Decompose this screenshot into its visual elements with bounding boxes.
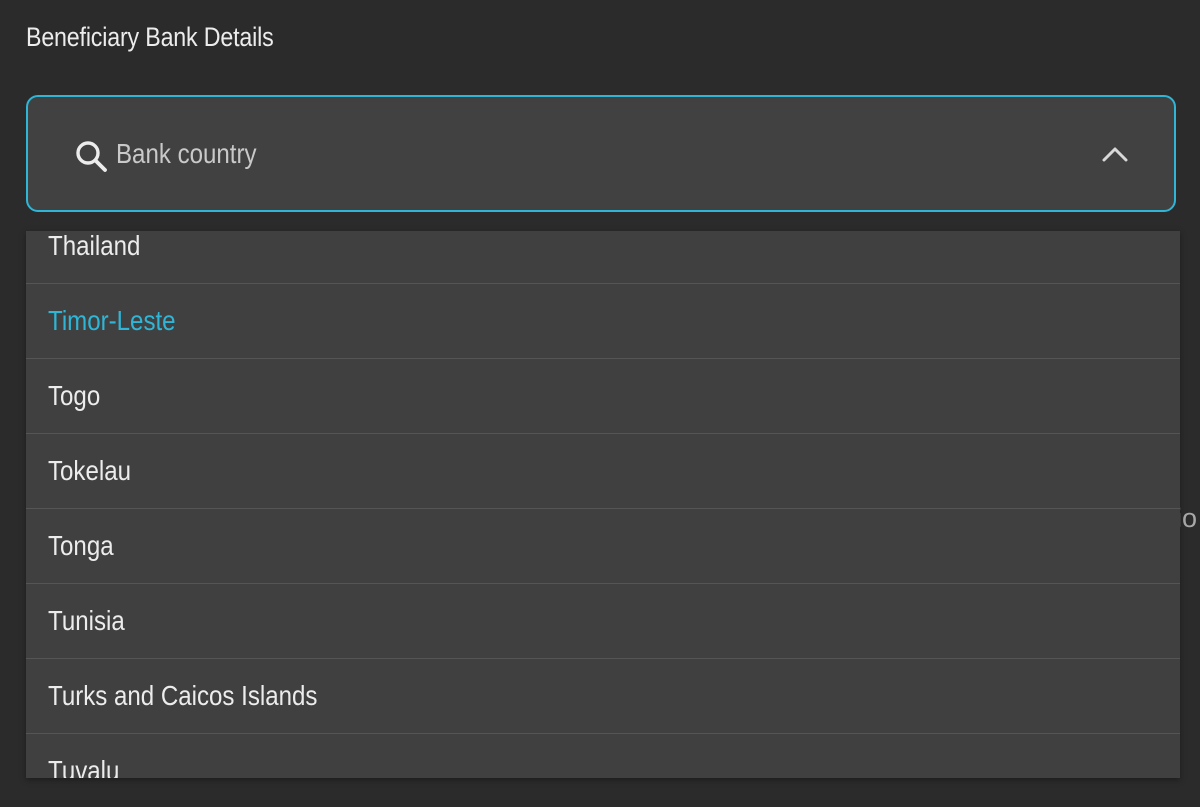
list-item-tokelau[interactable]: Tokelau — [26, 434, 1180, 509]
list-item-turks-and-caicos-islands[interactable]: Turks and Caicos Islands — [26, 659, 1180, 734]
section-title: Beneficiary Bank Details — [26, 22, 274, 52]
list-item-togo[interactable]: Togo — [26, 359, 1180, 434]
list-item-label: Tuvalu — [48, 755, 120, 778]
list-item-label: Thailand — [48, 231, 141, 261]
country-options: Thailand Timor-Leste Togo Tokelau Tonga … — [26, 231, 1180, 778]
bank-country-search-input[interactable] — [116, 131, 890, 177]
list-item-label: Tokelau — [48, 455, 132, 486]
list-item-label: Timor-Leste — [48, 305, 176, 336]
list-item-tunisia[interactable]: Tunisia — [26, 584, 1180, 659]
country-dropdown-list[interactable]: Thailand Timor-Leste Togo Tokelau Tonga … — [26, 231, 1180, 778]
search-icon — [76, 141, 107, 172]
list-item-label: Tunisia — [48, 605, 125, 636]
bank-country-combobox[interactable] — [26, 95, 1176, 212]
list-item-timor-leste[interactable]: Timor-Leste — [26, 284, 1180, 359]
chevron-up-icon[interactable] — [1100, 142, 1130, 166]
list-item-label: Tonga — [48, 530, 114, 561]
list-item-label: Togo — [48, 380, 101, 411]
list-item-tonga[interactable]: Tonga — [26, 509, 1180, 584]
list-item-tuvalu[interactable]: Tuvalu — [26, 734, 1180, 778]
list-item-label: Turks and Caicos Islands — [48, 680, 318, 711]
list-item-thailand[interactable]: Thailand — [26, 231, 1180, 284]
